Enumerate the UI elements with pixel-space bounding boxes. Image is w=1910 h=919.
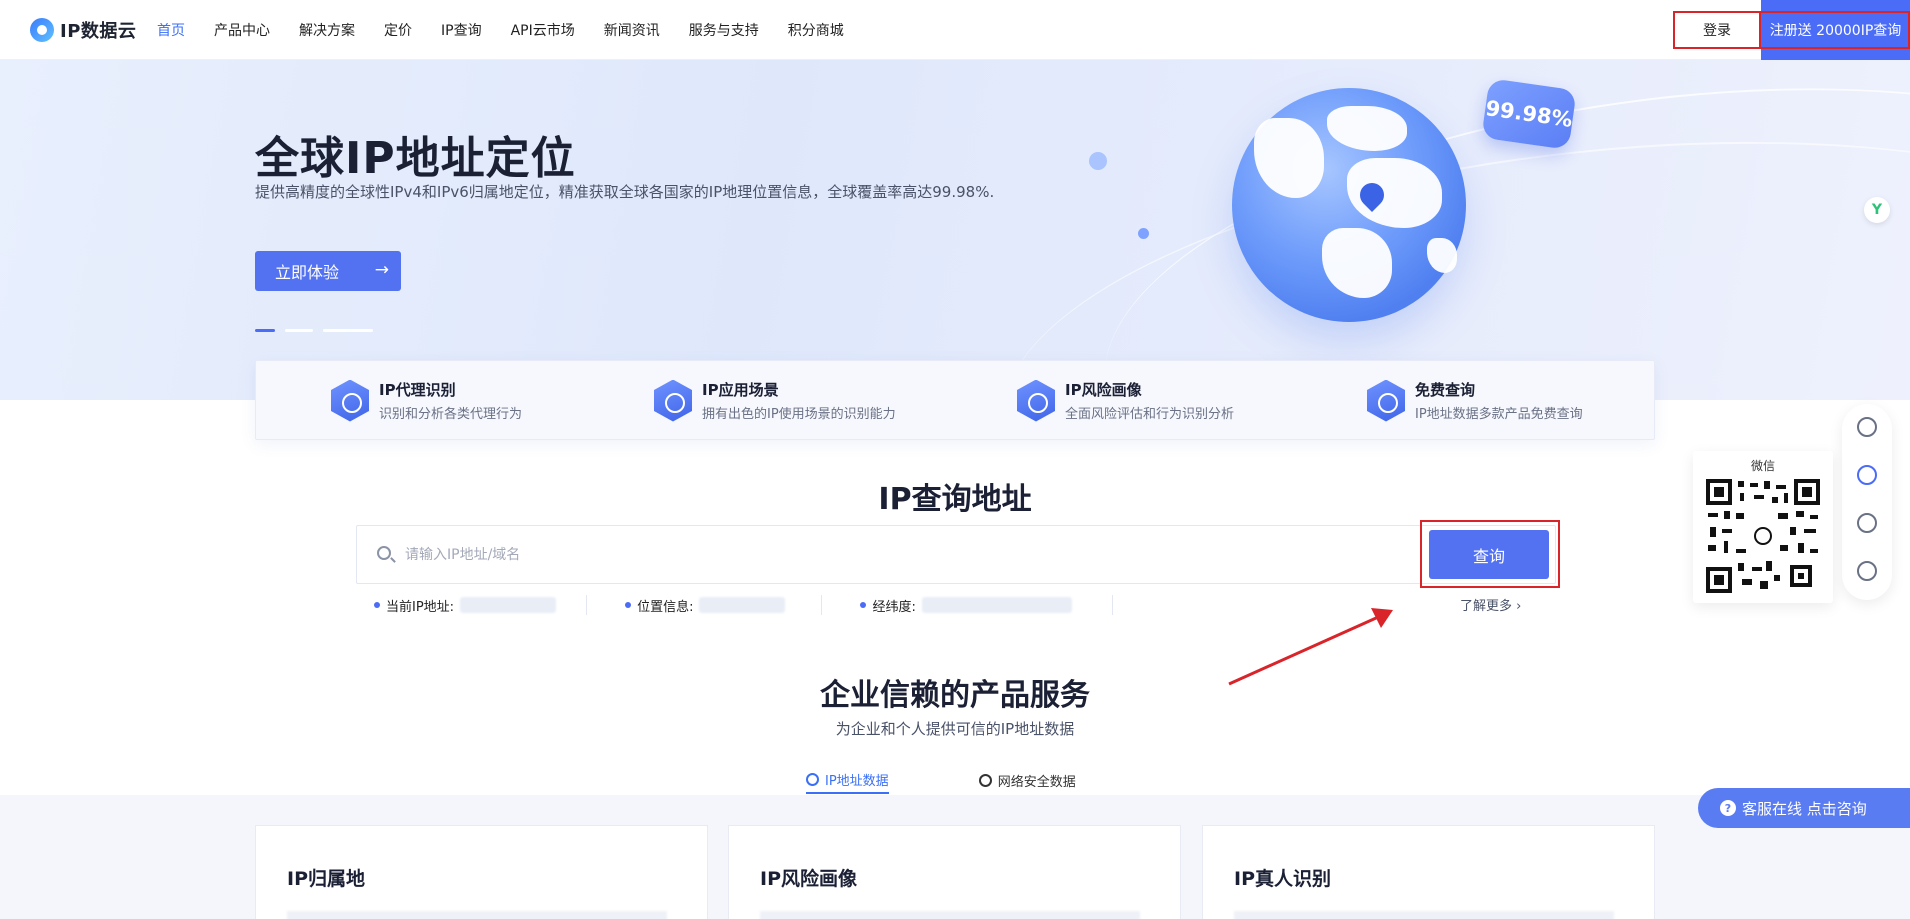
decor-orb <box>1089 152 1107 170</box>
coverage-badge: 99.98% <box>1481 78 1577 150</box>
hero-title: 全球IP地址定位 <box>255 133 576 184</box>
latlng-info: 经纬度: <box>860 596 1072 615</box>
qq-icon[interactable] <box>1857 417 1877 437</box>
try-now-label: 立即体验 <box>275 263 340 282</box>
online-service-button[interactable]: ? 客服在线 点击咨询 <box>1698 788 1910 828</box>
assistant-logo-icon[interactable]: Y <box>1864 197 1890 223</box>
carousel-dot-1[interactable] <box>255 329 275 332</box>
nav-item-support[interactable]: 服务与支持 <box>689 20 759 40</box>
feature-title: 免费查询 <box>1415 381 1476 399</box>
contact-sidebar <box>1842 404 1892 600</box>
arrow-right-icon: → <box>374 260 389 280</box>
wechat-qr-popup: 微信 <box>1693 451 1833 603</box>
tab-ip-data[interactable]: IP地址数据 <box>806 766 889 794</box>
feature-title: IP应用场景 <box>702 381 779 399</box>
globe-icon <box>978 773 992 787</box>
usage-scene-icon <box>654 379 692 422</box>
query-button[interactable]: 查询 <box>1429 530 1549 579</box>
risk-profile-icon <box>1017 379 1055 422</box>
search-icon <box>377 546 391 560</box>
free-query-icon <box>1367 379 1405 422</box>
carousel-dot-3[interactable] <box>323 329 373 332</box>
question-icon: ? <box>1720 800 1736 816</box>
product-card-title: IP风险画像 <box>760 868 857 890</box>
product-card-title: IP真人识别 <box>1234 868 1331 890</box>
carousel-dot-2[interactable] <box>285 329 313 332</box>
tab-label: IP地址数据 <box>825 773 889 789</box>
nav-item-pricing[interactable]: 定价 <box>384 20 412 40</box>
nav-item-api-market[interactable]: API云市场 <box>511 20 575 40</box>
logo-text: IP数据云 <box>60 21 137 42</box>
feature-proxy-detect[interactable]: IP代理识别 识别和分析各类代理行为 <box>331 379 522 422</box>
proxy-detect-icon <box>331 379 369 422</box>
nav-item-points-mall[interactable]: 积分商城 <box>788 20 844 40</box>
tab-label: 网络安全数据 <box>997 774 1076 790</box>
register-button[interactable]: 注册送 20000IP查询 <box>1761 0 1910 60</box>
products-subtitle: 为企业和个人提供可信的IP地址数据 <box>835 720 1075 738</box>
learn-more-link[interactable]: 了解更多 › <box>1460 595 1521 614</box>
product-card-title: IP归属地 <box>287 868 365 890</box>
feature-desc: IP地址数据多款产品免费查询 <box>1415 407 1583 422</box>
product-card-risk-profile[interactable]: IP风险画像 <box>728 825 1181 919</box>
product-card-real-person[interactable]: IP真人识别 <box>1202 825 1655 919</box>
globe-illustration <box>1232 88 1466 322</box>
logo-icon <box>30 18 54 42</box>
ip-search-box <box>356 525 1556 584</box>
nav-item-home[interactable]: 首页 <box>157 20 185 40</box>
current-ip-label: 当前IP地址: <box>386 599 455 615</box>
feature-usage-scene[interactable]: IP应用场景 拥有出色的IP使用场景的识别能力 <box>654 379 896 422</box>
main-menu: 首页 产品中心 解决方案 定价 IP查询 API云市场 新闻资讯 服务与支持 积… <box>157 0 873 60</box>
feature-strip: IP代理识别 识别和分析各类代理行为 IP应用场景 拥有出色的IP使用场景的识别… <box>255 360 1655 440</box>
hero-banner: 全球IP地址定位 提供高精度的全球性IPv4和IPv6归属地定位，精准获取全球各… <box>0 60 1910 400</box>
nav-item-news[interactable]: 新闻资讯 <box>604 20 660 40</box>
nav-item-solutions[interactable]: 解决方案 <box>299 20 355 40</box>
products-title: 企业信赖的产品服务 <box>820 678 1090 713</box>
learn-more-label: 了解更多 <box>1460 599 1513 614</box>
nav-item-ip-query[interactable]: IP查询 <box>441 20 482 40</box>
wechat-icon[interactable] <box>1857 465 1877 485</box>
carousel-dots <box>255 329 373 332</box>
ip-query-title: IP查询地址 <box>878 482 1032 517</box>
qr-label: 微信 <box>1750 459 1775 473</box>
link-icon[interactable] <box>1857 561 1877 581</box>
product-tabs: IP地址数据 网络安全数据 <box>806 766 1076 794</box>
product-card-ip-location[interactable]: IP归属地 <box>255 825 708 919</box>
current-ip-info: 当前IP地址: <box>374 596 557 615</box>
feature-title: IP风险画像 <box>1065 381 1142 399</box>
latlng-label: 经纬度: <box>872 599 916 615</box>
feature-desc: 识别和分析各类代理行为 <box>379 407 523 422</box>
online-service-label: 客服在线 点击咨询 <box>1742 799 1867 818</box>
chevron-right-icon: › <box>1516 599 1522 614</box>
ip-search-input[interactable] <box>405 540 1305 570</box>
try-now-button[interactable]: 立即体验 → <box>255 251 401 291</box>
hero-subtitle: 提供高精度的全球性IPv4和IPv6归属地定位，精准获取全球各国家的IP地理位置… <box>255 183 995 201</box>
latlng-value-redacted <box>921 597 1072 613</box>
location-icon <box>806 772 819 786</box>
phone-icon[interactable] <box>1857 513 1877 533</box>
decor-orb <box>1138 228 1149 239</box>
ip-info-row: 当前IP地址: 位置信息: 经纬度: <box>374 595 1113 615</box>
feature-desc: 拥有出色的IP使用场景的识别能力 <box>702 407 896 422</box>
feature-desc: 全面风险评估和行为识别分析 <box>1065 407 1235 422</box>
tab-security-data[interactable]: 网络安全数据 <box>978 766 1076 794</box>
location-value-redacted <box>699 597 786 613</box>
feature-title: IP代理识别 <box>379 381 456 399</box>
qr-code-icon <box>1706 479 1820 593</box>
top-nav: IP数据云 首页 产品中心 解决方案 定价 IP查询 API云市场 新闻资讯 服… <box>0 0 1910 60</box>
login-button[interactable]: 登录 <box>1673 11 1761 49</box>
current-ip-value-redacted <box>460 597 557 613</box>
feature-free-query[interactable]: 免费查询 IP地址数据多款产品免费查询 <box>1367 379 1583 422</box>
location-label: 位置信息: <box>637 599 694 615</box>
nav-item-products[interactable]: 产品中心 <box>214 20 270 40</box>
logo[interactable]: IP数据云 <box>30 17 136 43</box>
location-info: 位置信息: <box>625 596 786 615</box>
feature-risk-profile[interactable]: IP风险画像 全面风险评估和行为识别分析 <box>1017 379 1234 422</box>
